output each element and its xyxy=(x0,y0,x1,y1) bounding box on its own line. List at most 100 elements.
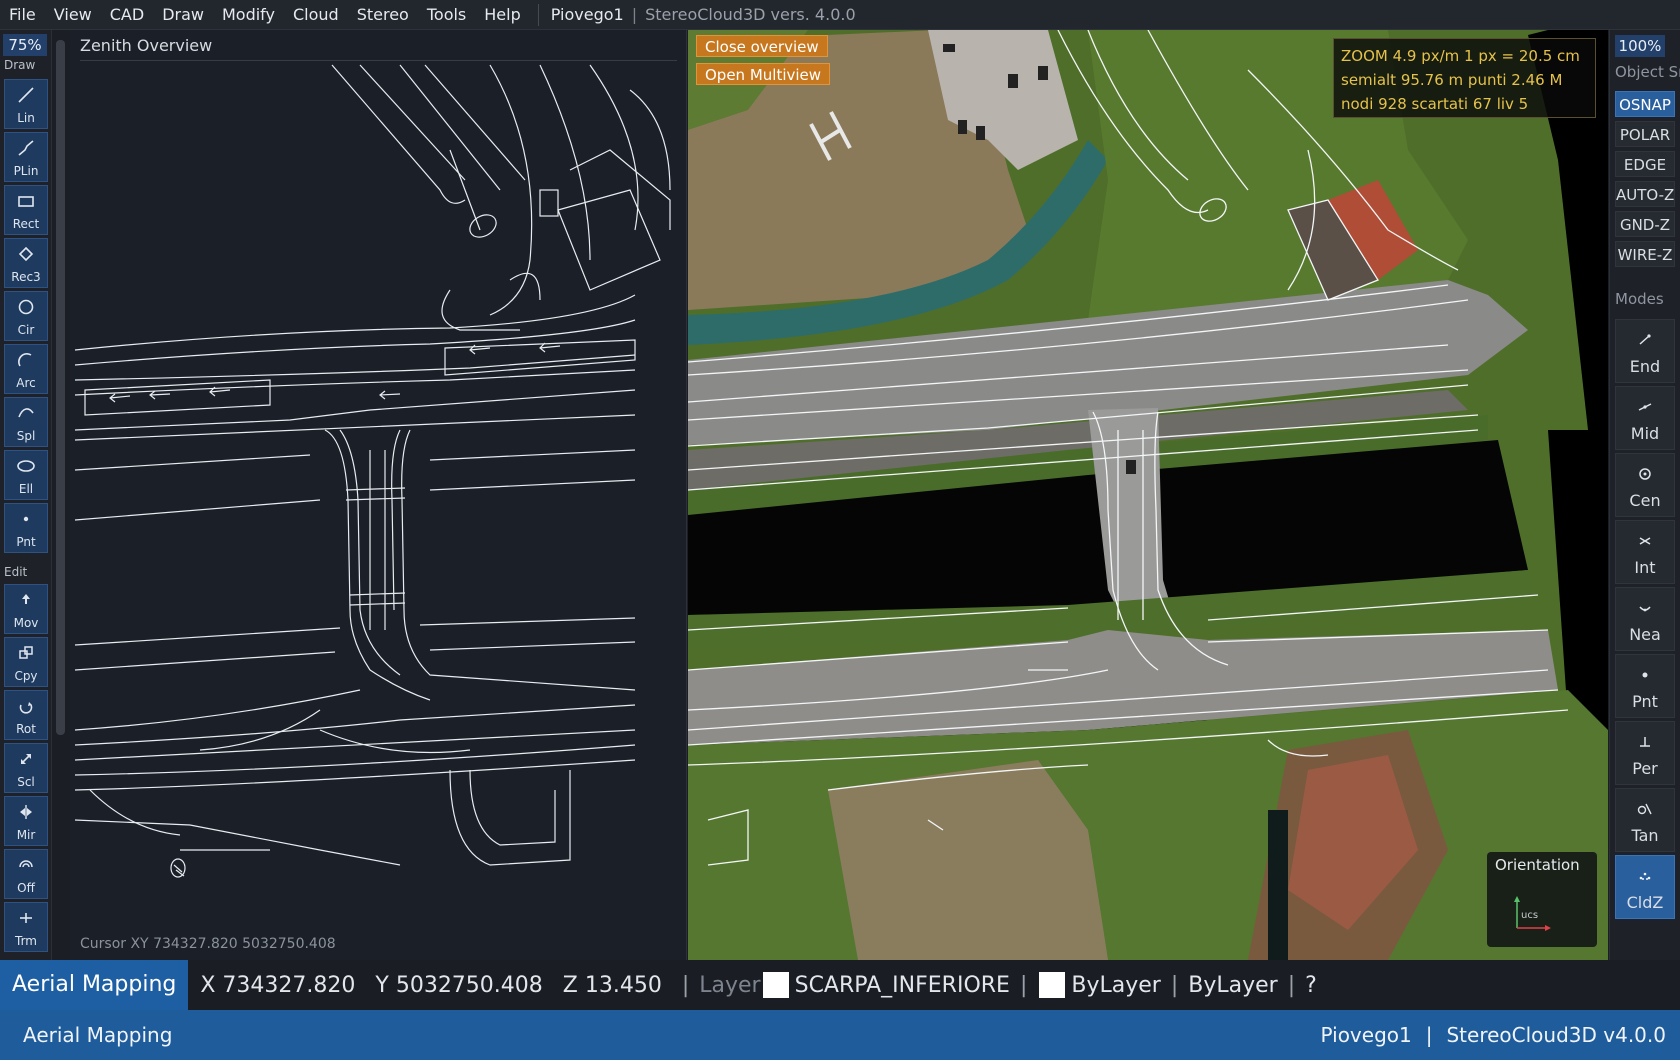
menu-file[interactable]: File xyxy=(0,5,45,24)
menu-modify[interactable]: Modify xyxy=(213,5,284,24)
draw-section-label: Draw xyxy=(4,58,36,72)
rotate-icon xyxy=(19,702,33,714)
snap-perpendicular-button[interactable]: Per xyxy=(1615,721,1675,785)
center-icon xyxy=(1639,468,1651,480)
coord-y: Y 5032750.408 xyxy=(375,972,543,998)
menu-stereo[interactable]: Stereo xyxy=(348,5,418,24)
circle-icon xyxy=(18,299,34,315)
tool-label: Rot xyxy=(16,722,36,736)
orientation-widget[interactable]: Orientation ucs xyxy=(1487,852,1597,947)
trim-icon xyxy=(20,913,32,923)
tool-label: Off xyxy=(17,881,35,895)
node-icon xyxy=(1642,672,1648,678)
menu-cloud[interactable]: Cloud xyxy=(284,5,348,24)
menu-draw[interactable]: Draw xyxy=(153,5,213,24)
rect3-icon xyxy=(18,246,34,262)
menu-cad[interactable]: CAD xyxy=(101,5,153,24)
app-version: StereoCloud3D vers. 4.0.0 xyxy=(645,5,856,24)
snap-label: Nea xyxy=(1629,625,1661,644)
tool-label: Pnt xyxy=(16,535,36,549)
open-multiview-button[interactable]: Open Multiview xyxy=(696,63,831,85)
help-button[interactable]: ? xyxy=(1305,973,1317,998)
current-layer[interactable]: SCARPA_INFERIORE xyxy=(795,973,1010,998)
snap-cloud-z-button[interactable]: CldZ xyxy=(1615,855,1675,919)
layer-color-swatch[interactable] xyxy=(762,972,789,998)
tool-rotate-button[interactable]: Rot xyxy=(4,690,48,740)
mode-wire-z-toggle[interactable]: WIRE-Z xyxy=(1615,241,1675,267)
copy-icon xyxy=(19,646,33,659)
workspace-mode-label[interactable]: Aerial Mapping xyxy=(0,960,189,1010)
snap-intersection-button[interactable]: Int xyxy=(1615,520,1675,584)
tool-point-button[interactable]: Pnt xyxy=(4,503,48,553)
view-info-overlay: ZOOM 4.9 px/m 1 px = 20.5 cm semialt 95.… xyxy=(1333,38,1596,118)
overview-zoom-level[interactable]: 75% xyxy=(3,34,47,56)
tool-offset-button[interactable]: Off xyxy=(4,849,48,899)
point-cloud-viewport[interactable]: Close overview Open Multiview ZOOM 4.9 p… xyxy=(688,30,1608,960)
mirror-icon xyxy=(20,805,32,819)
menu-separator xyxy=(537,3,539,26)
toolbar-scrollbar[interactable] xyxy=(53,30,68,960)
snap-nearest-button[interactable]: Nea xyxy=(1615,587,1675,651)
rectangle-icon xyxy=(18,196,34,207)
menu-help[interactable]: Help xyxy=(475,5,529,24)
snap-label: Pnt xyxy=(1632,692,1658,711)
spline-icon xyxy=(18,408,34,418)
close-overview-button[interactable]: Close overview xyxy=(696,35,828,57)
ucs-axes-icon: ucs xyxy=(1514,896,1551,931)
tool-spline-button[interactable]: Spl xyxy=(4,397,48,447)
tool-rec3-button[interactable]: Rec3 xyxy=(4,238,48,288)
cloud-z-icon xyxy=(1639,872,1651,880)
tool-polyline-button[interactable]: PLin xyxy=(4,132,48,182)
status-separator: | xyxy=(1019,972,1028,998)
app-status-bar: Aerial Mapping Piovego1 | StereoCloud3D v4… xyxy=(0,1010,1680,1060)
status-project: Piovego1 xyxy=(1320,1023,1412,1047)
tool-rect-button[interactable]: Rect xyxy=(4,185,48,235)
status-separator: | xyxy=(1287,972,1296,998)
menu-tools[interactable]: Tools xyxy=(418,5,475,24)
snap-tangent-button[interactable]: Tan xyxy=(1615,788,1675,852)
snap-label: Int xyxy=(1634,558,1656,577)
coord-x: X 734327.820 xyxy=(200,972,356,998)
snap-label: Mid xyxy=(1630,424,1660,443)
tool-move-button[interactable]: Mov xyxy=(4,584,48,634)
tool-mirror-button[interactable]: Mir xyxy=(4,796,48,846)
snap-point-button[interactable]: Pnt xyxy=(1615,654,1675,718)
tool-trim-button[interactable]: Trm xyxy=(4,902,48,952)
mode-polar-toggle[interactable]: POLAR xyxy=(1615,121,1675,147)
scrollbar-thumb[interactable] xyxy=(56,40,65,735)
status-separator: | xyxy=(681,972,690,998)
intersection-icon xyxy=(1639,537,1651,545)
tangent-icon xyxy=(1637,803,1652,815)
tool-arc-button[interactable]: Arc xyxy=(4,344,48,394)
coord-z: Z 13.450 xyxy=(562,972,662,998)
overview-vector-drawing[interactable] xyxy=(70,30,687,960)
tool-circle-button[interactable]: Cir xyxy=(4,291,48,341)
snap-center-button[interactable]: Cen xyxy=(1615,453,1675,517)
tool-ellipse-button[interactable]: Ell xyxy=(4,450,48,500)
snap-midpoint-button[interactable]: Mid xyxy=(1615,386,1675,450)
menu-view[interactable]: View xyxy=(45,5,101,24)
polyline-icon xyxy=(18,140,34,156)
zenith-overview-panel[interactable]: Zenith Overview Cursor XY 734327.820 503… xyxy=(70,30,687,960)
status-right-info: Piovego1 | StereoCloud3D v4.0.0 xyxy=(1321,1023,1680,1047)
modes-label: Modes xyxy=(1615,290,1664,308)
mode-gnd-z-toggle[interactable]: GND-Z xyxy=(1615,211,1675,237)
midpoint-icon xyxy=(1638,403,1652,411)
current-linetype[interactable]: ByLayer xyxy=(1188,973,1277,998)
tool-scale-button[interactable]: Scl xyxy=(4,743,48,793)
right-toolbar: 100% Object Snap OSNAP POLAR EDGE AUTO-Z… xyxy=(1609,30,1680,960)
tool-label: Cpy xyxy=(14,669,38,683)
point-cloud-render[interactable] xyxy=(688,30,1608,960)
snap-endpoint-button[interactable]: End xyxy=(1615,319,1675,383)
current-color[interactable]: ByLayer xyxy=(1071,973,1160,998)
mode-auto-z-toggle[interactable]: AUTO-Z xyxy=(1615,181,1675,207)
ellipse-icon xyxy=(17,460,35,472)
status-version: StereoCloud3D v4.0.0 xyxy=(1446,1023,1666,1047)
mode-osnap-toggle[interactable]: OSNAP xyxy=(1615,91,1675,117)
tool-line-button[interactable]: Lin xyxy=(4,79,48,129)
color-swatch[interactable] xyxy=(1039,972,1066,998)
mode-edge-toggle[interactable]: EDGE xyxy=(1615,151,1675,177)
tool-copy-button[interactable]: Cpy xyxy=(4,637,48,687)
viewport-zoom-level[interactable]: 100% xyxy=(1615,35,1665,57)
tool-label: Rect xyxy=(12,217,40,231)
